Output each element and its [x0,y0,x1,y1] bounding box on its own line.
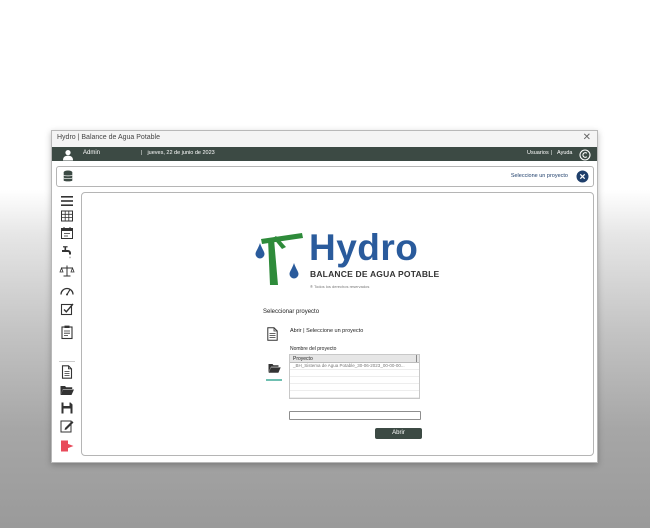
column-divider[interactable] [416,355,417,362]
menu-icon[interactable] [59,193,75,209]
column-header-project[interactable]: Proyecto [293,356,313,362]
users-link[interactable]: Usuarios [527,150,549,156]
table-header: Proyecto [290,355,419,363]
document-icon [267,327,278,346]
title-bar: Hydro | Balance de Agua Potable ✕ [52,131,597,147]
balance-scale-icon[interactable] [59,263,75,279]
folder-open-icon[interactable] [268,361,281,379]
logo-rights: ® Todos los derechos reservados [310,284,370,289]
select-project-heading: Seleccionar proyecto [263,309,320,315]
database-icon [63,170,73,188]
save-icon[interactable] [59,400,75,416]
close-icon[interactable]: ✕ [583,132,591,144]
checklist-icon[interactable] [59,301,75,317]
document-icon[interactable] [59,361,75,380]
clipboard-icon[interactable] [59,324,75,340]
table-row[interactable]: _BH_Sistema de Agua Potable_30-06-2023_0… [290,363,419,370]
app-window: Hydro | Balance de Agua Potable ✕ Admin … [51,130,598,463]
edit-icon[interactable] [59,418,75,434]
water-pole-logo-icon [248,227,310,292]
table-cell: _BH_Sistema de Agua Potable_30-06-2023_0… [293,363,405,368]
current-date: jueves, 22 de junio de 2023 [141,150,214,156]
exit-icon[interactable] [59,438,75,454]
project-name-input[interactable] [289,411,421,420]
close-project-button[interactable] [576,170,589,188]
select-project-label[interactable]: Seleccione un proyecto [511,173,568,179]
user-icon [62,148,74,166]
table-row [290,384,419,391]
project-selector-bar: Seleccione un proyecto [56,166,594,187]
main-content: Hydro BALANCE DE AGUA POTABLE ® Todos lo… [81,192,594,456]
help-link[interactable]: Ayuda [557,150,573,156]
window-title: Hydro | Balance de Agua Potable [57,134,161,141]
faucet-icon[interactable] [59,244,75,260]
gauge-icon[interactable] [59,283,75,299]
copyright-icon[interactable] [579,148,591,166]
folder-tab-indicator [266,379,282,381]
separator: | [551,150,553,156]
logo-title: Hydro [309,227,419,268]
table-icon[interactable] [59,208,75,224]
calendar-icon[interactable] [59,225,75,241]
logo-subtitle: BALANCE DE AGUA POTABLE [310,269,440,279]
project-name-label: Nombre del proyecto [290,346,337,352]
open-project-title: Abrir | Seleccione un proyecto [290,328,364,334]
table-row [290,391,419,398]
open-button[interactable]: Abrir [375,428,422,439]
sidebar [56,193,78,455]
project-table: Proyecto _BH_Sistema de Agua Potable_30-… [289,354,420,399]
folder-open-icon[interactable] [59,382,75,398]
table-row [290,377,419,384]
top-bar: Admin jueves, 22 de junio de 2023 Usuari… [52,147,597,161]
user-name: Admin [83,150,101,156]
table-row [290,370,419,377]
